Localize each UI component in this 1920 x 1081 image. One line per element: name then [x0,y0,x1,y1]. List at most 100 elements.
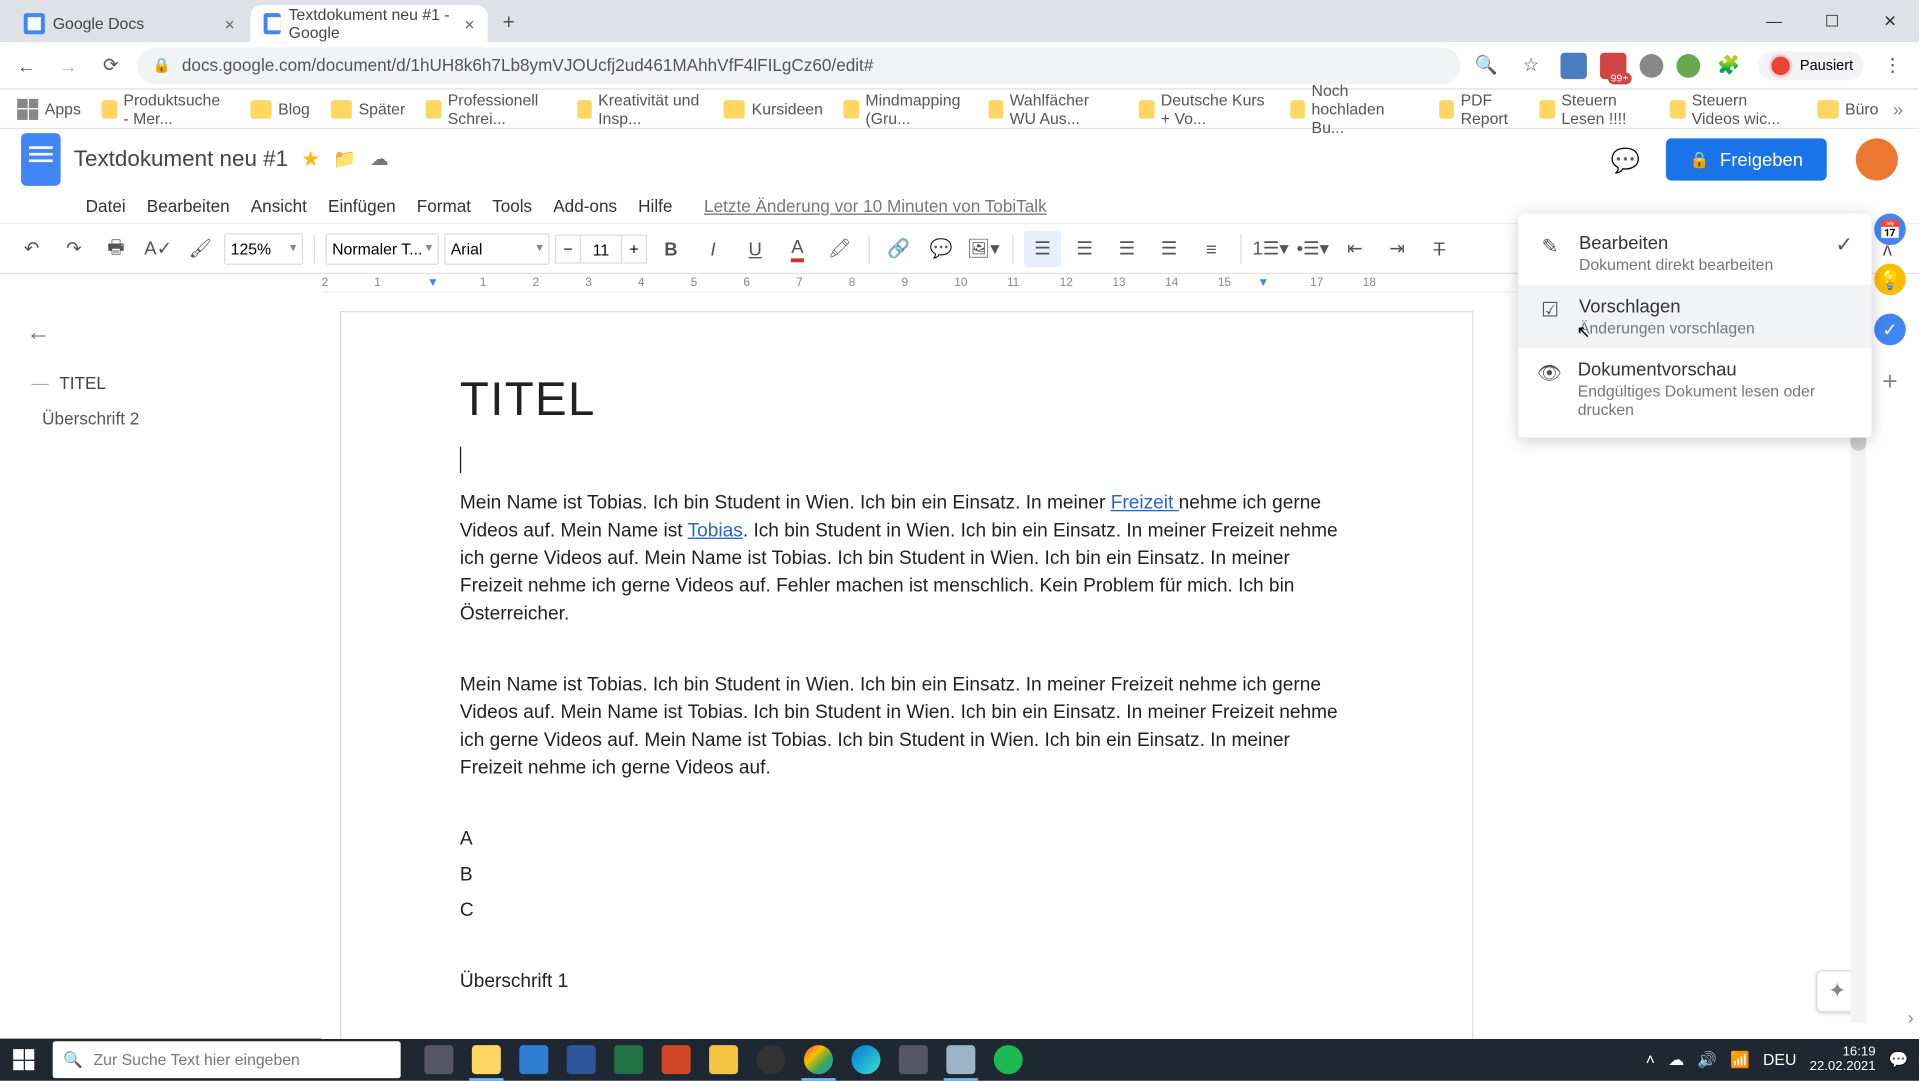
close-button[interactable]: ✕ [1861,0,1919,42]
list-line[interactable]: A [460,827,1354,855]
bookmarks-overflow[interactable]: » [1893,98,1909,119]
tray-overflow[interactable]: ˄ [1646,1050,1655,1068]
menu-tools[interactable]: Tools [483,194,541,219]
list-line[interactable]: C [460,898,1354,926]
outline-item[interactable]: Überschrift 2 [26,401,308,437]
bookmark-item[interactable]: Büro [1811,96,1885,122]
text-color-button[interactable]: A [779,230,816,267]
mode-option-view[interactable]: 👁 Dokumentvorschau Endgültiges Dokument … [1518,348,1871,430]
taskbar-app[interactable] [701,1039,746,1081]
taskbar-ie[interactable] [511,1039,556,1081]
menu-help[interactable]: Hilfe [629,194,682,219]
page[interactable]: TITEL Mein Name ist Tobias. Ich bin Stud… [340,311,1473,1039]
insert-image-button[interactable]: 🖼▾ [965,230,1002,267]
menu-icon[interactable]: ⋮ [1877,49,1909,81]
keep-tab[interactable]: 💡 [1874,264,1906,296]
bookmark-item[interactable]: Noch hochladen Bu... [1284,77,1425,140]
onedrive-icon[interactable]: ☁ [1668,1050,1684,1068]
taskbar-explorer[interactable] [464,1039,509,1081]
task-view-button[interactable] [416,1039,461,1081]
mode-option-suggest[interactable]: ☑ Vorschlagen Änderungen vorschlagen [1518,285,1871,348]
list-line[interactable]: B [460,862,1354,890]
numbered-list-button[interactable]: 1☰▾ [1252,230,1289,267]
maximize-button[interactable]: ☐ [1803,0,1861,42]
taskbar-notepad[interactable] [938,1039,983,1081]
highlight-button[interactable]: 🖍 [821,230,858,267]
bookmark-item[interactable]: Kursideen [717,96,829,122]
clear-formatting-button[interactable]: T [1421,230,1458,267]
back-button[interactable]: ← [11,49,43,81]
last-edit-note[interactable]: Letzte Änderung vor 10 Minuten von TobiT… [695,194,1056,219]
bookmark-item[interactable]: Steuern Videos wic... [1664,86,1803,131]
link-tobias[interactable]: Tobias [688,521,743,542]
bookmark-item[interactable]: Steuern Lesen !!!! [1533,86,1655,131]
insert-link-button[interactable]: 🔗 [880,230,917,267]
windows-search[interactable]: 🔍 Zur Suche Text hier eingeben [53,1041,401,1078]
reload-button[interactable]: ⟳ [95,49,127,81]
new-tab-button[interactable]: + [490,5,527,42]
font-select[interactable]: Arial▾ [444,233,549,265]
indent-increase-button[interactable]: ⇥ [1379,230,1416,267]
taskbar-word[interactable] [559,1039,604,1081]
mode-option-edit[interactable]: ✎ Bearbeiten Dokument direkt bearbeiten … [1518,221,1871,284]
calendar-tab[interactable]: 📅 [1874,214,1906,246]
indent-marker[interactable]: ▼ [1257,275,1269,288]
align-center-button[interactable]: ☰ [1066,230,1103,267]
menu-format[interactable]: Format [408,194,481,219]
extension-icon[interactable] [1676,53,1700,77]
side-panel-toggle[interactable]: › [1908,1007,1914,1028]
docs-logo-icon[interactable] [21,133,61,186]
bookmark-item[interactable]: Deutsche Kurs + Vo... [1133,86,1276,131]
taskbar-powerpoint[interactable] [654,1039,699,1081]
bookmark-item[interactable]: Mindmapping (Gru... [837,86,973,131]
zoom-icon[interactable]: 🔍 [1470,49,1502,81]
paragraph-style-select[interactable]: Normaler T...▾ [326,233,439,265]
bookmark-item[interactable]: Blog [244,96,317,122]
extension-icon[interactable] [1560,52,1586,78]
bookmark-item[interactable]: Produktsuche - Mer... [95,86,236,131]
omnibox[interactable]: 🔒 docs.google.com/document/d/1hUH8k6h7Lb… [137,47,1460,84]
share-button[interactable]: 🔒 Freigeben [1666,138,1827,180]
underline-button[interactable]: U [737,230,774,267]
zoom-select[interactable]: 125%▾ [224,233,303,265]
align-right-button[interactable]: ☰ [1108,230,1145,267]
menu-insert[interactable]: Einfügen [319,194,405,219]
heading-small[interactable]: Überschrift 1 [460,969,1354,997]
link-freizeit[interactable]: Freizeit [1111,493,1179,514]
paragraph[interactable]: Mein Name ist Tobias. Ich bin Student in… [460,673,1354,784]
extension-icon[interactable] [1639,53,1663,77]
bookmark-item[interactable]: Wahlfächer WU Aus... [982,86,1125,131]
insert-comment-button[interactable]: 💬 [923,230,960,267]
bookmark-item[interactable]: Kreativität und Insp... [570,86,709,131]
minimize-button[interactable]: — [1745,0,1803,42]
star-icon[interactable]: ☆ [1515,49,1547,81]
italic-button[interactable]: I [695,230,732,267]
bookmark-item[interactable]: Später [324,96,411,122]
extensions-icon[interactable]: 🧩 [1713,49,1745,81]
align-justify-button[interactable]: ☰ [1151,230,1188,267]
browser-tab[interactable]: Textdokument neu #1 - Google × [250,5,487,42]
taskbar-spotify[interactable] [986,1039,1031,1081]
document-title[interactable]: Textdokument neu #1 [74,146,288,172]
comment-icon[interactable]: 💬 [1611,148,1635,172]
menu-addons[interactable]: Add-ons [544,194,626,219]
clock[interactable]: 16:19 22.02.2021 [1810,1045,1876,1074]
profile-button[interactable]: Pausiert [1758,51,1864,80]
redo-button[interactable]: ↷ [55,230,92,267]
menu-edit[interactable]: Bearbeiten [138,194,239,219]
outline-back-button[interactable]: ← [26,319,308,347]
move-icon[interactable]: 📁 [333,148,357,172]
volume-icon[interactable]: 🔊 [1697,1050,1717,1068]
tasks-tab[interactable]: ✓ [1874,314,1906,346]
paint-format-button[interactable]: 🖌 [182,230,219,267]
browser-tab[interactable]: Google Docs × [11,5,248,42]
line-spacing-button[interactable]: ≡ [1193,230,1230,267]
bold-button[interactable]: B [652,230,689,267]
indent-marker[interactable]: ▼ [427,275,439,288]
indent-decrease-button[interactable]: ⇤ [1336,230,1373,267]
taskbar-obs[interactable] [749,1039,794,1081]
menu-view[interactable]: Ansicht [242,194,317,219]
taskbar-app[interactable] [891,1039,936,1081]
font-size-value[interactable]: 11 [581,234,621,263]
close-icon[interactable]: × [225,14,235,34]
